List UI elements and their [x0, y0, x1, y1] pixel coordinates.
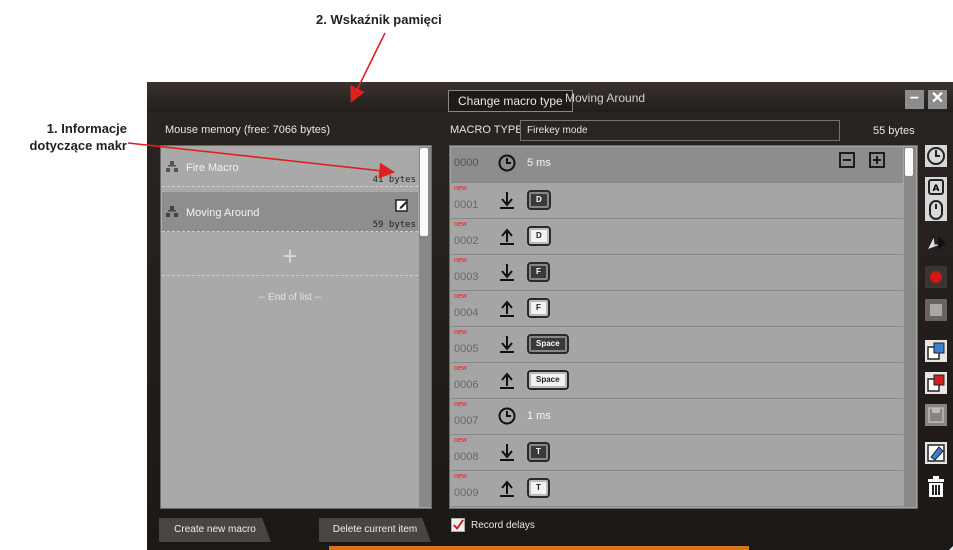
- new-step-tag: new: [454, 365, 467, 372]
- key-chip: F: [527, 298, 550, 318]
- steps-scroll-thumb[interactable]: [905, 148, 913, 176]
- macro-step-row[interactable]: 0000 5 ms: [451, 147, 903, 183]
- key-chip: T: [527, 442, 550, 462]
- macro-type-label: MACRO TYPE: [450, 124, 523, 136]
- new-step-tag: new: [454, 257, 467, 264]
- macro-tree-icon: [166, 206, 178, 217]
- change-macro-type-button[interactable]: Change macro type: [448, 90, 573, 112]
- new-step-tag: new: [454, 185, 467, 192]
- macro-list: Fire Macro 41 bytes Moving Around 59 byt…: [160, 145, 432, 509]
- record-icon[interactable]: [925, 266, 947, 288]
- macro-editor-window: Change macro type Moving Around − ✕ Mous…: [147, 82, 953, 550]
- accent-strip: [329, 546, 749, 550]
- end-of-list-label: -- End of list --: [258, 292, 322, 303]
- key-chip: F: [527, 262, 550, 282]
- window-corner-decoration: [949, 546, 953, 550]
- new-step-tag: new: [454, 221, 467, 228]
- new-step-tag: new: [454, 293, 467, 300]
- new-step-tag: new: [454, 473, 467, 480]
- insert-key-icon[interactable]: A: [925, 177, 947, 199]
- key-up-icon: [500, 228, 514, 245]
- macro-step-row[interactable]: new 0008 T: [451, 435, 903, 471]
- macro-step-row[interactable]: new 0009 T: [451, 471, 903, 507]
- key-down-icon: [500, 264, 514, 281]
- annotation-memory-indicator: 2. Wskaźnik pamięci: [316, 12, 442, 27]
- annotation-macro-info-line1: 1. Informacje: [46, 121, 127, 136]
- macro-step-row[interactable]: new 0007 1 ms: [451, 399, 903, 435]
- clock-icon: [498, 407, 516, 425]
- edit-icon[interactable]: [395, 198, 409, 212]
- clock-icon: [498, 154, 516, 172]
- delete-current-item-button[interactable]: Delete current item: [319, 518, 431, 542]
- key-chip: D: [527, 226, 551, 246]
- macro-tree-icon: [166, 161, 178, 172]
- new-step-tag: new: [454, 437, 467, 444]
- insert-mouse-move-icon[interactable]: [925, 232, 947, 254]
- key-up-icon: [500, 300, 514, 317]
- window-title-macro: Moving Around: [565, 91, 646, 105]
- trash-icon[interactable]: [925, 476, 947, 498]
- key-down-icon: [500, 336, 514, 353]
- macro-step-row[interactable]: new 0001 D: [451, 183, 903, 219]
- annotation-macro-info: 1. Informacje dotyczące makr: [2, 120, 127, 154]
- step-number: 0004: [454, 307, 479, 319]
- macro-item-moving-around[interactable]: Moving Around 59 bytes: [162, 192, 418, 232]
- macro-bytes: 41 bytes: [372, 175, 416, 185]
- minimize-button[interactable]: −: [905, 90, 924, 109]
- erase-icon[interactable]: [925, 442, 947, 464]
- key-down-icon: [500, 444, 514, 461]
- macro-bytes: 59 bytes: [372, 220, 416, 230]
- insert-delay-icon[interactable]: [925, 145, 947, 167]
- key-chip: Space: [527, 370, 569, 390]
- expand-icon[interactable]: [869, 152, 885, 168]
- macro-item-fire-macro[interactable]: Fire Macro 41 bytes: [162, 147, 418, 187]
- macro-step-row[interactable]: new 0004 F: [451, 291, 903, 327]
- macro-type-field[interactable]: Firekey mode: [520, 120, 840, 141]
- add-macro-icon[interactable]: +: [162, 240, 418, 276]
- step-number: 0001: [454, 199, 479, 211]
- macro-size-label: 55 bytes: [873, 125, 915, 137]
- svg-text:A: A: [933, 184, 940, 194]
- insert-mouse-icon[interactable]: [925, 199, 947, 221]
- steps-scrollbar[interactable]: [904, 147, 916, 507]
- stop-icon[interactable]: [925, 299, 947, 321]
- macro-step-row[interactable]: new 0002 D: [451, 219, 903, 255]
- save-icon[interactable]: [925, 404, 947, 426]
- step-number: 0000: [454, 157, 479, 169]
- step-number: 0009: [454, 487, 479, 499]
- step-number: 0008: [454, 451, 479, 463]
- macro-steps-list: 0000 5 ms new 0001 Dnew 0002 Dnew 0003 Fnew 0004 F…: [449, 145, 918, 509]
- collapse-icon[interactable]: [839, 152, 855, 168]
- new-step-tag: new: [454, 329, 467, 336]
- paste-icon[interactable]: [925, 372, 947, 394]
- mouse-memory-label: Mouse memory (free: 7066 bytes): [165, 124, 331, 136]
- close-button[interactable]: ✕: [928, 90, 947, 109]
- macro-step-row[interactable]: new 0003 F: [451, 255, 903, 291]
- step-number: 0003: [454, 271, 479, 283]
- macro-list-scroll-thumb[interactable]: [420, 148, 428, 236]
- key-down-icon: [500, 192, 514, 209]
- step-number: 0007: [454, 415, 479, 427]
- create-new-macro-button[interactable]: Create new macro: [159, 518, 271, 542]
- macro-step-row[interactable]: new 0006 Space: [451, 363, 903, 399]
- new-step-tag: new: [454, 401, 467, 408]
- record-delays-checkbox[interactable]: [451, 518, 465, 532]
- key-up-icon: [500, 480, 514, 497]
- step-number: 0005: [454, 343, 479, 355]
- macro-name: Moving Around: [186, 207, 260, 219]
- record-delays-label: Record delays: [471, 520, 535, 531]
- key-chip: T: [527, 478, 550, 498]
- key-chip: Space: [527, 334, 569, 354]
- copy-icon[interactable]: [925, 340, 947, 362]
- step-number: 0002: [454, 235, 479, 247]
- annotation-macro-info-line2: dotyczące makr: [29, 138, 127, 153]
- key-up-icon: [500, 372, 514, 389]
- step-delay-value: 5 ms: [527, 157, 551, 169]
- key-chip: D: [527, 190, 551, 210]
- macro-step-row[interactable]: new 0005 Space: [451, 327, 903, 363]
- step-number: 0006: [454, 379, 479, 391]
- step-delay-value: 1 ms: [527, 410, 551, 422]
- macro-name: Fire Macro: [186, 162, 239, 174]
